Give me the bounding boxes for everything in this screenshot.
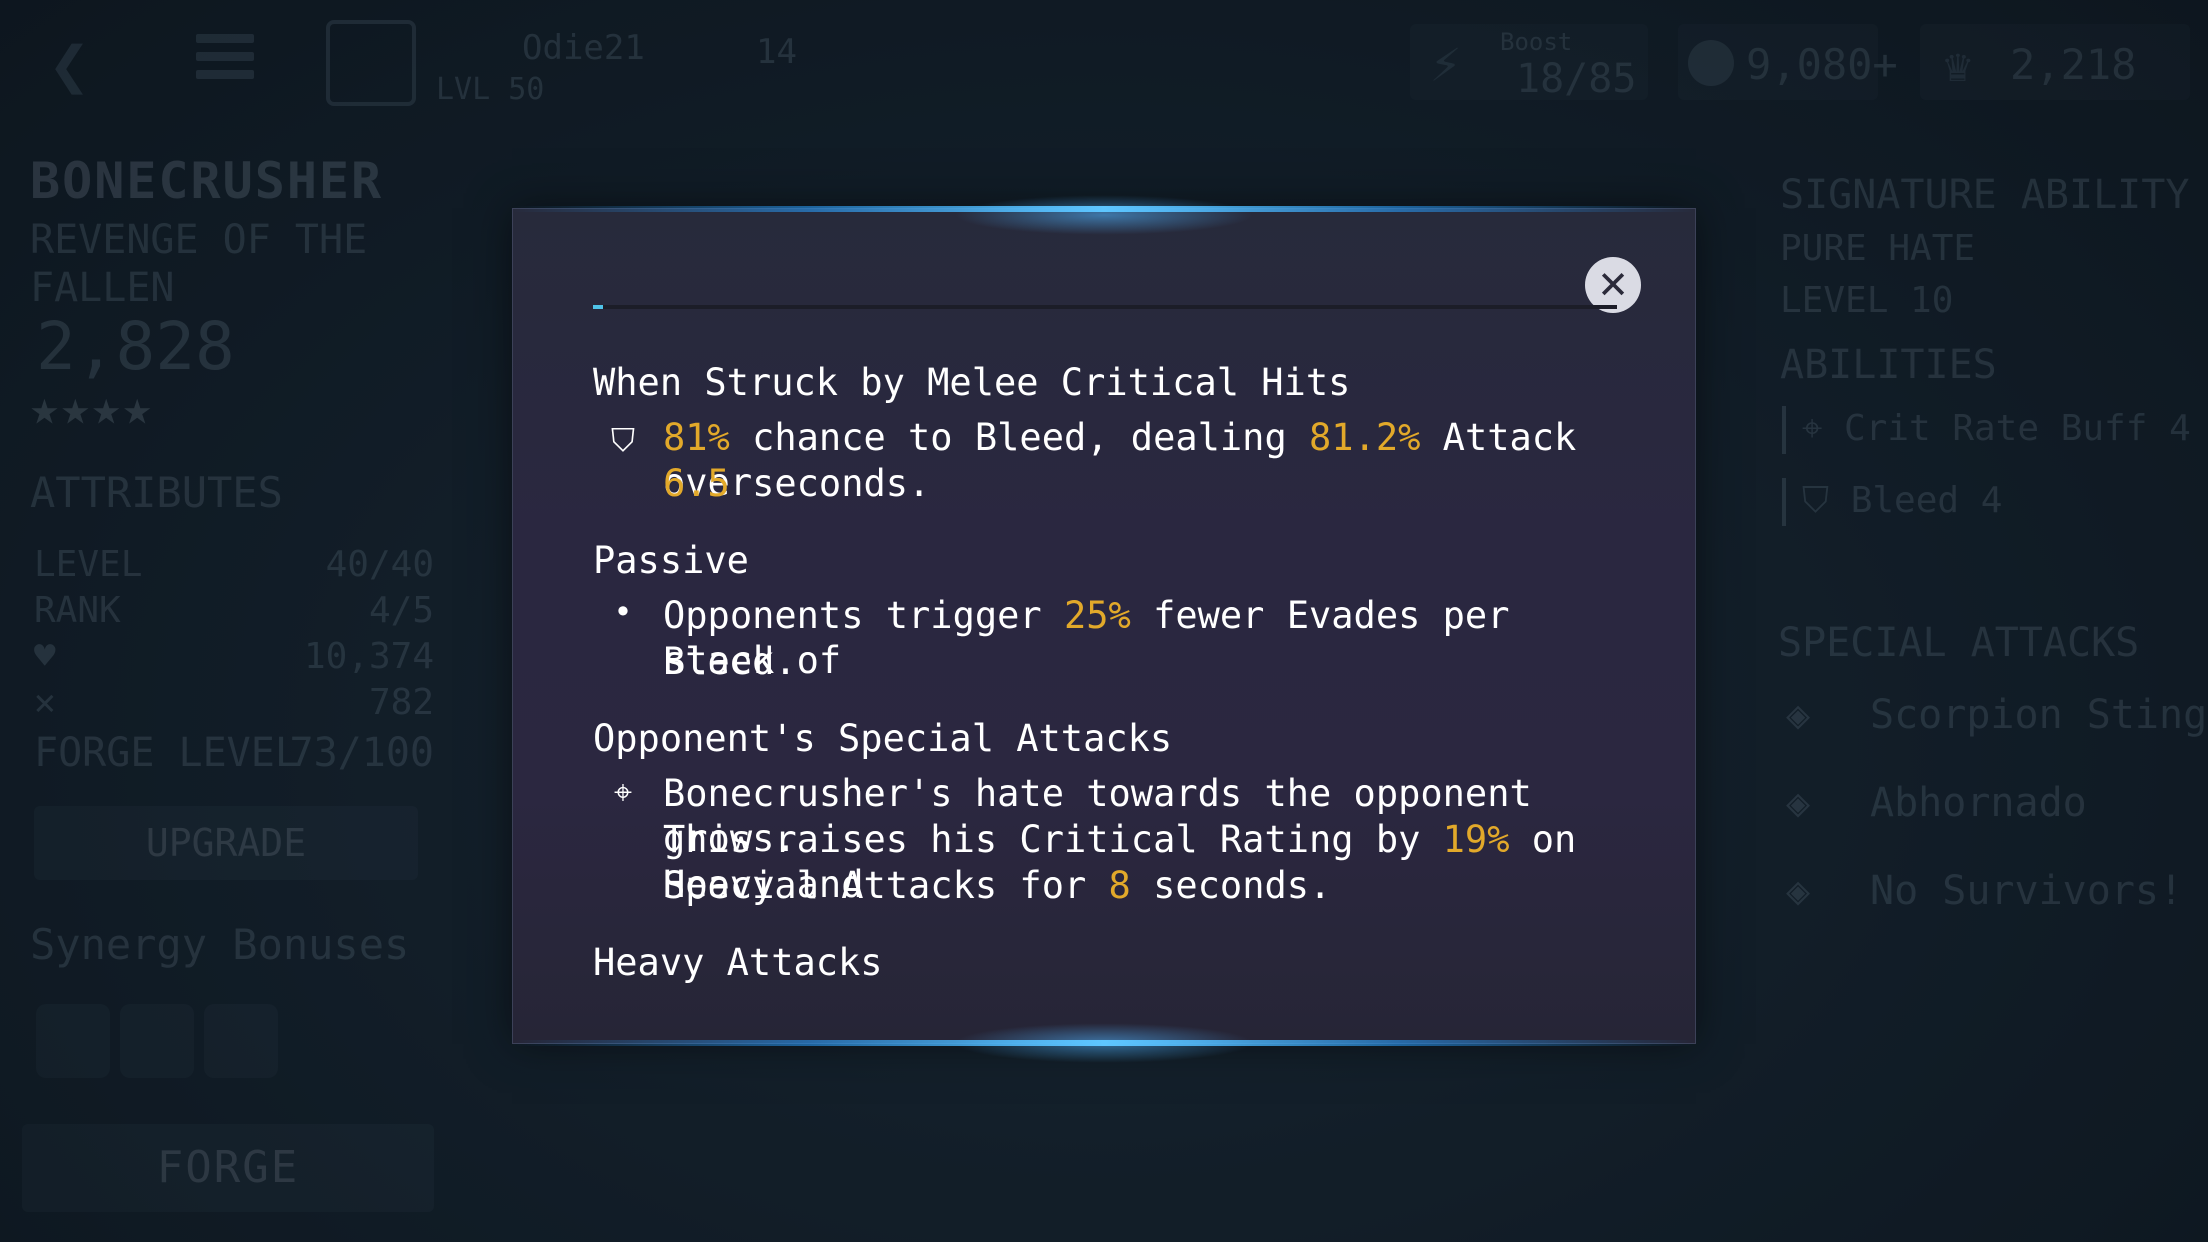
section-title: Passive (593, 539, 749, 582)
section-title: When Struck by Melee Critical Hits (593, 361, 1351, 404)
section-title: Opponent's Special Attacks (593, 717, 1173, 760)
section-title: Heavy Attacks (593, 941, 883, 984)
bleed-icon: ⛉ (610, 421, 635, 459)
scroll-thumb[interactable] (593, 305, 603, 309)
section-text: Bleed. (663, 640, 797, 683)
ability-details-modal: ✕ When Struck by Melee Critical Hits ⛉ 8… (512, 195, 1696, 1063)
bullet-point: • (613, 593, 633, 631)
glow-decoration (954, 195, 1254, 235)
glow-border-top (513, 206, 1695, 212)
glow-border-bottom (513, 1040, 1695, 1046)
scroll-track[interactable] (593, 305, 1617, 309)
section-text: 6.5 seconds. (663, 462, 931, 505)
section-text: Special Attacks for 8 seconds. (663, 864, 1332, 907)
crosshair-icon: ⌖ (613, 773, 633, 811)
